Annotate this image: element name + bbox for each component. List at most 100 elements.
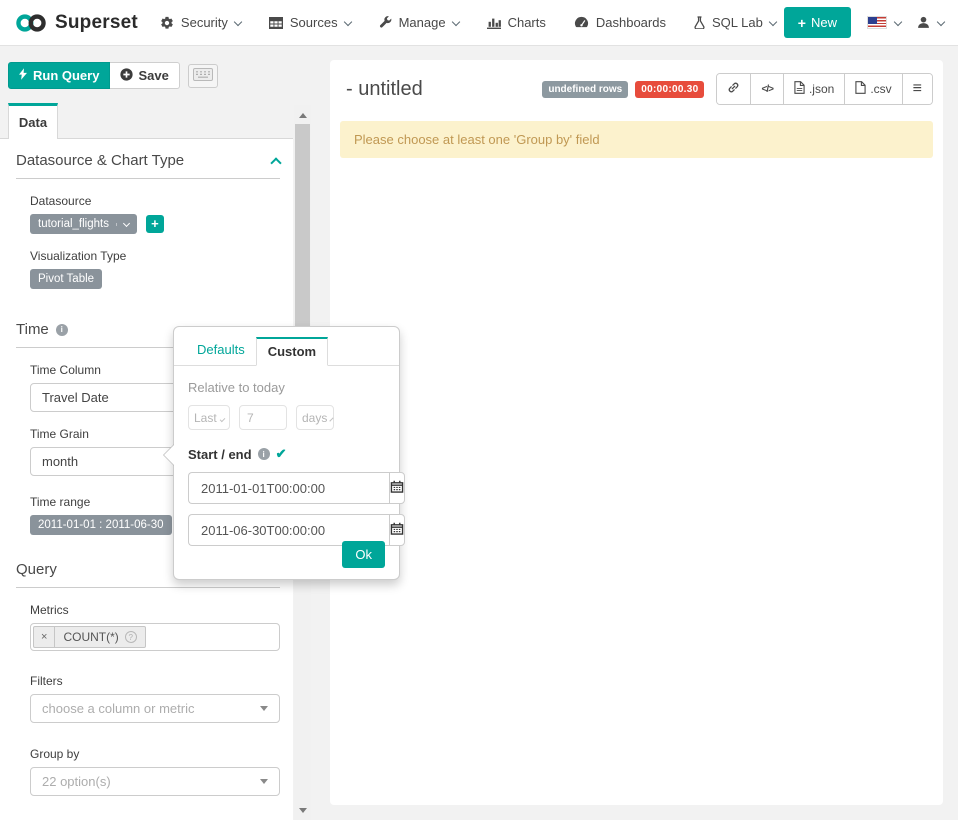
export-csv-label: .csv	[870, 82, 891, 96]
file-csv-icon	[855, 81, 866, 97]
keyboard-shortcuts-button[interactable]	[188, 64, 218, 88]
save-label: Save	[138, 68, 168, 83]
relative-number-input[interactable]	[239, 405, 287, 430]
metric-chip-label: COUNT(*)	[63, 630, 118, 644]
caret-down-icon	[116, 223, 129, 226]
nav-manage[interactable]: Manage	[379, 15, 459, 30]
run-query-button[interactable]: Run Query	[8, 62, 110, 89]
tab-data[interactable]: Data	[8, 103, 58, 139]
section-time-title: Time	[16, 321, 49, 338]
time-range-pill[interactable]: 2011-01-01 : 2011-06-30	[30, 515, 172, 535]
caret-down-icon	[937, 17, 945, 25]
export-csv-button[interactable]: .csv	[844, 74, 901, 104]
start-end-heading: Start / end i ✔	[188, 446, 385, 462]
tab-custom[interactable]: Custom	[256, 337, 328, 366]
divider	[16, 178, 280, 179]
relative-controls: Last days	[188, 405, 385, 430]
plus-icon: +	[798, 18, 806, 28]
datasource-pill[interactable]: tutorial_flights	[30, 214, 137, 234]
filters-select[interactable]: choose a column or metric	[30, 694, 280, 723]
check-icon: ✔	[276, 446, 287, 462]
relative-unit-value: days	[302, 411, 327, 425]
nav-sql-lab[interactable]: SQL Lab	[694, 15, 776, 30]
language-selector[interactable]	[867, 16, 901, 29]
relative-mode-value: Last	[194, 411, 217, 425]
caret-down-icon	[451, 17, 459, 25]
code-icon: </>	[761, 84, 772, 95]
viz-type-value: Pivot Table	[38, 273, 94, 285]
section-datasource-title: Datasource & Chart Type	[16, 152, 184, 169]
filters-placeholder: choose a column or metric	[42, 701, 194, 716]
tab-defaults-label: Defaults	[197, 342, 245, 357]
start-date-input[interactable]	[188, 472, 389, 504]
user-menu[interactable]	[917, 16, 944, 29]
dashboard-icon	[574, 16, 589, 29]
scroll-up-button[interactable]	[294, 107, 311, 123]
start-calendar-button[interactable]	[389, 472, 405, 504]
menu-icon: ≡	[913, 84, 922, 94]
add-datasource-button[interactable]: +	[146, 215, 164, 233]
popover-arrow	[164, 445, 174, 465]
brand[interactable]: Superset	[14, 12, 138, 34]
end-calendar-button[interactable]	[389, 514, 405, 546]
tab-custom-label: Custom	[268, 344, 316, 359]
nav-sources[interactable]: Sources	[269, 15, 351, 30]
section-datasource-header[interactable]: Datasource & Chart Type	[16, 152, 280, 169]
user-icon	[917, 16, 930, 29]
section-query-title: Query	[16, 561, 57, 578]
ok-button[interactable]: Ok	[342, 541, 385, 568]
results-header: - untitled undefined rows 00:00:00.30 </…	[330, 60, 943, 111]
group-by-label: Group by	[30, 747, 280, 761]
save-button[interactable]: Save	[110, 62, 179, 89]
relative-mode-select[interactable]: Last	[188, 405, 230, 430]
caret-down-icon	[769, 17, 777, 25]
caret-down-icon	[343, 17, 351, 25]
chart-title[interactable]: - untitled	[346, 78, 423, 101]
main-nav: Security Sources Manage	[160, 15, 776, 30]
nav-dashboards[interactable]: Dashboards	[574, 15, 666, 30]
nav-charts[interactable]: Charts	[487, 15, 546, 30]
us-flag-icon	[867, 16, 887, 29]
group-by-control: Group by 22 option(s)	[16, 747, 280, 796]
export-json-label: .json	[809, 82, 834, 96]
info-icon: i	[56, 324, 68, 336]
relative-unit-select[interactable]: days	[296, 405, 334, 430]
scroll-down-button[interactable]	[294, 802, 311, 818]
caret-down-icon	[894, 17, 902, 25]
metric-chip: × COUNT(*) ?	[33, 626, 146, 648]
export-json-button[interactable]: .json	[783, 74, 844, 104]
popover-body: Relative to today Last days Start / end …	[174, 366, 399, 568]
short-link-button[interactable]	[717, 74, 750, 104]
calendar-icon	[390, 480, 404, 496]
tab-defaults[interactable]: Defaults	[186, 337, 256, 365]
new-button[interactable]: + New	[784, 7, 851, 38]
datasource-control: Datasource tutorial_flights +	[16, 194, 280, 234]
nav-label: Manage	[399, 15, 446, 30]
popover-tabs: Defaults Custom	[174, 327, 399, 366]
time-range-value: 2011-01-01 : 2011-06-30	[38, 519, 164, 531]
run-query-label: Run Query	[33, 68, 99, 83]
cogs-icon	[160, 16, 174, 30]
time-range-popover: Defaults Custom Relative to today Last d…	[173, 326, 400, 580]
more-options-button[interactable]: ≡	[902, 74, 932, 104]
brand-title: Superset	[55, 12, 138, 34]
warning-alert: Please choose at least one 'Group by' fi…	[340, 121, 933, 158]
viz-type-pill[interactable]: Pivot Table	[30, 269, 102, 289]
query-timer-badge: 00:00:00.30	[635, 81, 704, 98]
plus-circle-icon	[120, 68, 133, 84]
new-button-label: New	[811, 15, 837, 30]
remove-metric-button[interactable]: ×	[34, 627, 55, 647]
time-grain-value: month	[42, 454, 78, 469]
metrics-select[interactable]: × COUNT(*) ?	[30, 623, 280, 651]
navbar: Superset Security Sources	[0, 0, 958, 46]
viz-type-control: Visualization Type Pivot Table	[16, 249, 280, 289]
nav-security[interactable]: Security	[160, 15, 241, 30]
view-query-button[interactable]: </>	[750, 74, 782, 104]
nav-label: Sources	[290, 15, 338, 30]
bar-chart-icon	[487, 17, 501, 29]
start-end-label: Start / end	[188, 447, 252, 462]
caret-down-icon	[330, 417, 334, 421]
nav-label: Dashboards	[596, 15, 666, 30]
group-by-select[interactable]: 22 option(s)	[30, 767, 280, 796]
file-json-icon	[794, 81, 805, 97]
